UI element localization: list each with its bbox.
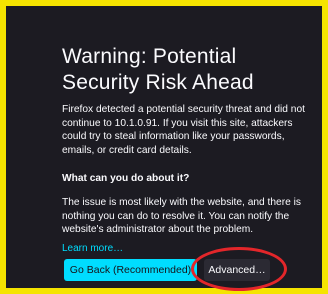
learn-more-link[interactable]: Learn more… [62,243,123,254]
advanced-button[interactable]: Advanced… [204,259,270,281]
what-can-you-do-heading: What can you do about it? [62,173,190,184]
warning-description: Firefox detected a potential security th… [62,104,305,156]
warning-page: Warning: Potential Security Risk Ahead F… [6,6,322,288]
advice-text: The issue is most likely with the websit… [62,197,301,235]
go-back-button[interactable]: Go Back (Recommended) [64,259,197,281]
page-title: Warning: Potential Security Risk Ahead [62,45,254,94]
